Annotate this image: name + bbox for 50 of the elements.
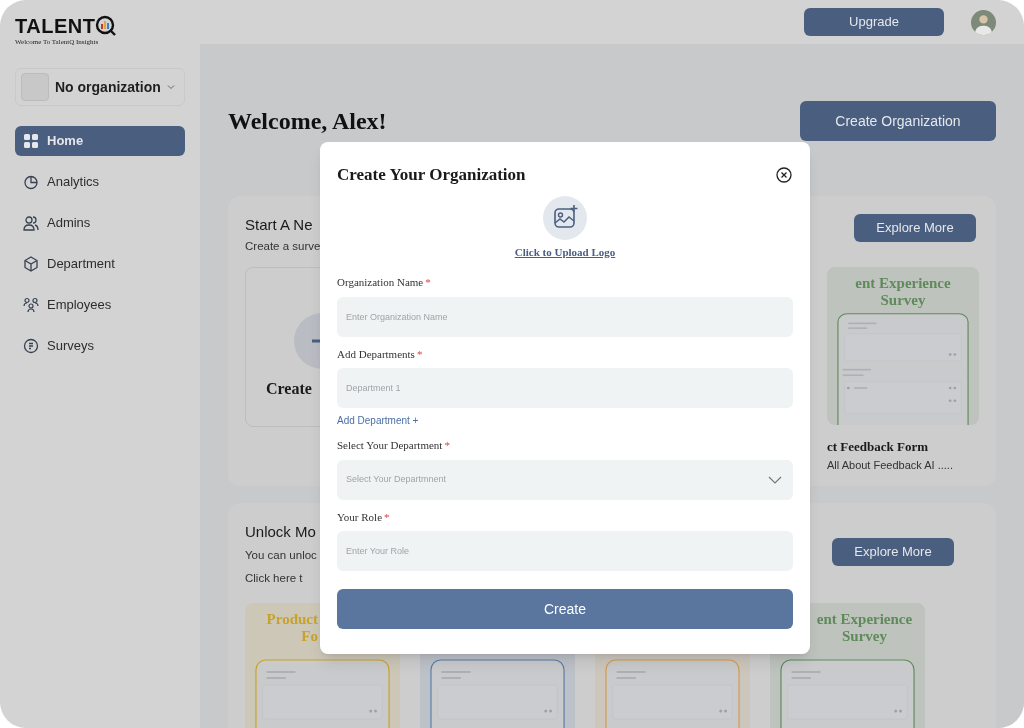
organization-selector[interactable]: No organization — [15, 68, 185, 106]
nav-item[interactable]: Surveys — [15, 331, 185, 361]
users-icon — [23, 215, 39, 231]
create-survey-label: Create — [266, 379, 312, 400]
nav-item[interactable]: Department — [15, 249, 185, 279]
grid-icon — [23, 133, 39, 149]
add-department-link[interactable]: Add Department + — [337, 413, 793, 428]
template-title: Product — [266, 611, 318, 628]
dialog-title: Create Your Organization — [337, 164, 526, 186]
nav-item[interactable]: Employees — [15, 290, 185, 320]
section-text: You can unloc — [245, 548, 317, 563]
template-title: Survey — [842, 628, 887, 645]
section-text: Click here t — [245, 571, 304, 586]
create-organization-button[interactable]: Create Organization — [800, 101, 996, 141]
template-title: ent Experience — [816, 611, 913, 628]
team-icon — [23, 297, 39, 313]
input-field[interactable]: Department 1 — [337, 368, 793, 408]
chevron-down-icon — [167, 83, 175, 91]
upload-logo-link[interactable]: Click to Upload Logo — [514, 243, 616, 260]
welcome-heading: Welcome, Alex! — [228, 107, 387, 136]
section-title: Start A Ne — [245, 215, 313, 235]
field-label: Organization Name * — [337, 275, 432, 290]
logo-icon — [95, 15, 118, 37]
image-upload-icon[interactable] — [543, 195, 587, 240]
avatar[interactable] — [971, 9, 996, 35]
upgrade-button[interactable]: Upgrade — [804, 8, 944, 36]
template-title: ent Experience — [855, 275, 951, 292]
survey-icon — [23, 338, 39, 354]
template-title: Survey — [880, 292, 926, 309]
section-title: Unlock Mo — [245, 522, 317, 542]
cube-icon — [23, 256, 39, 272]
explore-more-button[interactable]: Explore More — [832, 538, 954, 566]
nav-item[interactable]: Admins — [15, 208, 185, 238]
input-field[interactable]: Enter Your Role — [337, 531, 793, 571]
input-field[interactable]: Enter Organization Name — [337, 296, 793, 337]
logo-text: TALENT — [15, 15, 96, 37]
create-button[interactable]: Create — [337, 589, 793, 629]
pie-chart-icon — [23, 174, 39, 190]
template-title: Fo — [301, 628, 318, 645]
close-icon[interactable] — [776, 166, 792, 183]
form-description: All About Feedback AI ..... — [827, 457, 954, 473]
field-label: Select Your Department * — [337, 438, 451, 453]
chevron-down-icon — [768, 475, 782, 484]
field-label: Add Departments * — [337, 346, 424, 362]
section-subtitle: Create a surve — [245, 239, 321, 254]
nav-item[interactable]: Analytics — [15, 167, 185, 197]
form-title: ct Feedback Form — [827, 438, 930, 456]
explore-more-button[interactable]: Explore More — [854, 214, 976, 242]
nav-item[interactable]: Home — [15, 126, 185, 156]
field-label: Your Role * — [337, 509, 391, 525]
